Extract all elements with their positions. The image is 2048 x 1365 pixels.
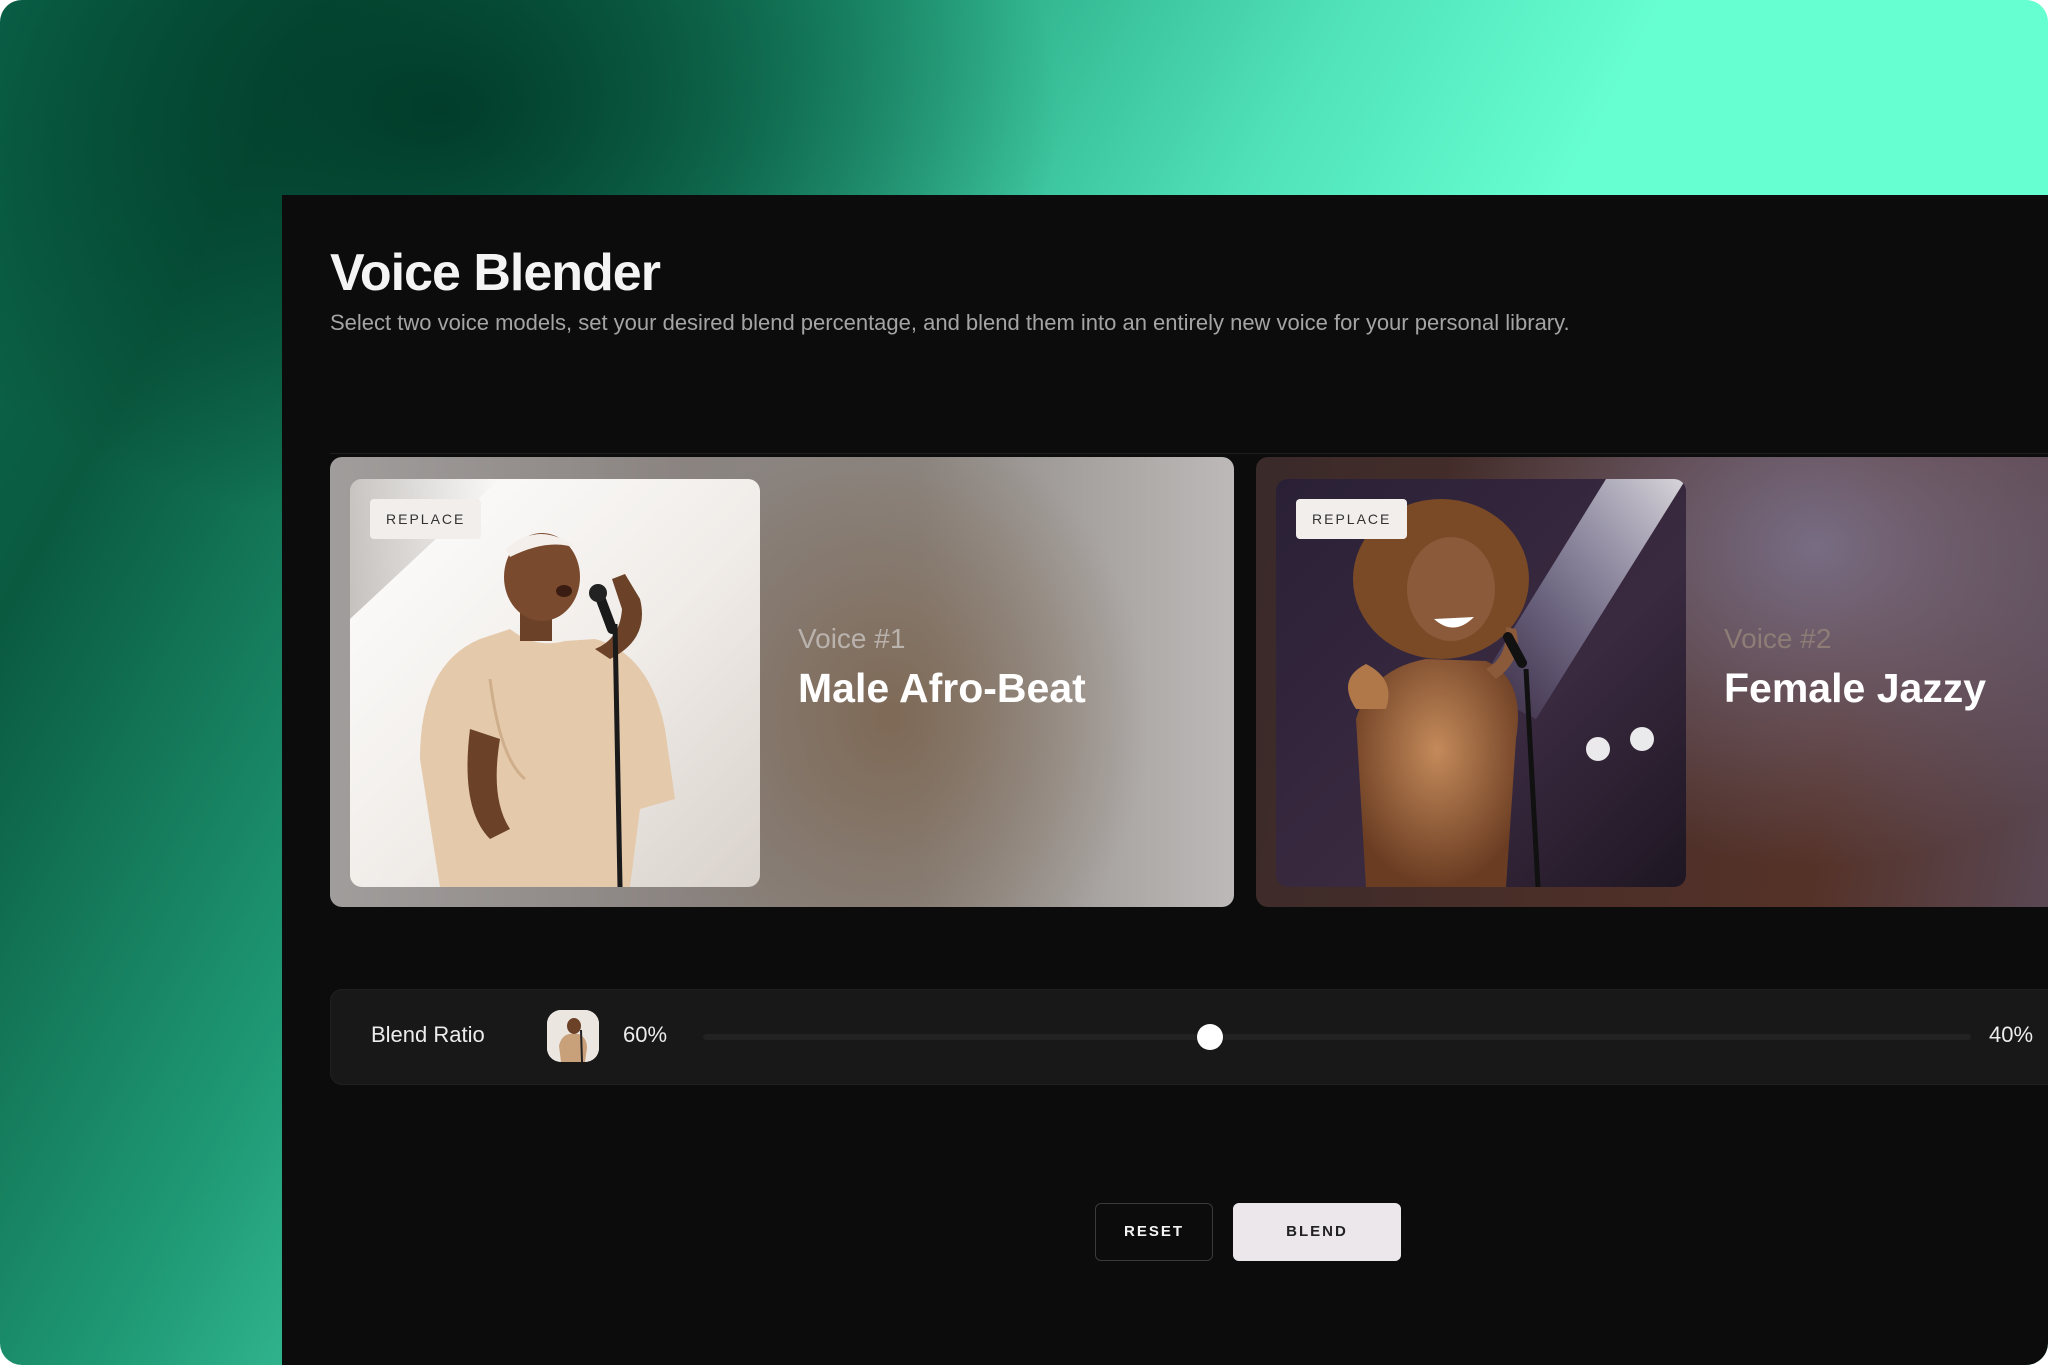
voice-card-1[interactable]: REPLACE Voice #1 Male Afro-Beat <box>330 457 1234 907</box>
female-singer-photo <box>1276 479 1686 887</box>
replace-voice-2-button[interactable]: REPLACE <box>1296 499 1408 539</box>
background: Voice Blender Select two voice models, s… <box>0 0 2048 1365</box>
reset-button[interactable]: RESET <box>1095 1203 1213 1261</box>
male-singer-photo <box>350 479 760 887</box>
voice-1-index: Voice #1 <box>798 623 906 654</box>
replace-voice-1-button[interactable]: REPLACE <box>370 499 482 539</box>
voice-1-avatar <box>547 1010 599 1062</box>
voice-1-image: REPLACE <box>350 479 760 887</box>
male-singer-thumbnail <box>547 1010 599 1062</box>
blend-ratio-panel: Blend Ratio 60% 40% <box>330 989 2048 1085</box>
blend-slider-thumb[interactable] <box>1197 1024 1224 1050</box>
page-title: Voice Blender <box>330 244 661 302</box>
voice-1-name: Male Afro-Beat <box>798 665 1086 711</box>
divider <box>330 453 2048 454</box>
page-subtitle: Select two voice models, set your desire… <box>330 310 1570 335</box>
voice-2-name: Female Jazzy <box>1724 665 1987 711</box>
blend-slider[interactable] <box>703 1024 1971 1050</box>
voice-2-index: Voice #2 <box>1724 623 1832 654</box>
blend-ratio-label: Blend Ratio <box>371 1022 485 1047</box>
voice-blender-window: Voice Blender Select two voice models, s… <box>282 195 2048 1365</box>
voice-2-percent: 40% <box>1989 1022 2034 1047</box>
voice-1-percent: 60% <box>623 1022 668 1047</box>
voice-card-2[interactable]: REPLACE Voice #2 Female Jazzy <box>1256 457 2048 907</box>
voice-2-image: REPLACE <box>1276 479 1686 887</box>
blend-button[interactable]: BLEND <box>1233 1203 1401 1261</box>
